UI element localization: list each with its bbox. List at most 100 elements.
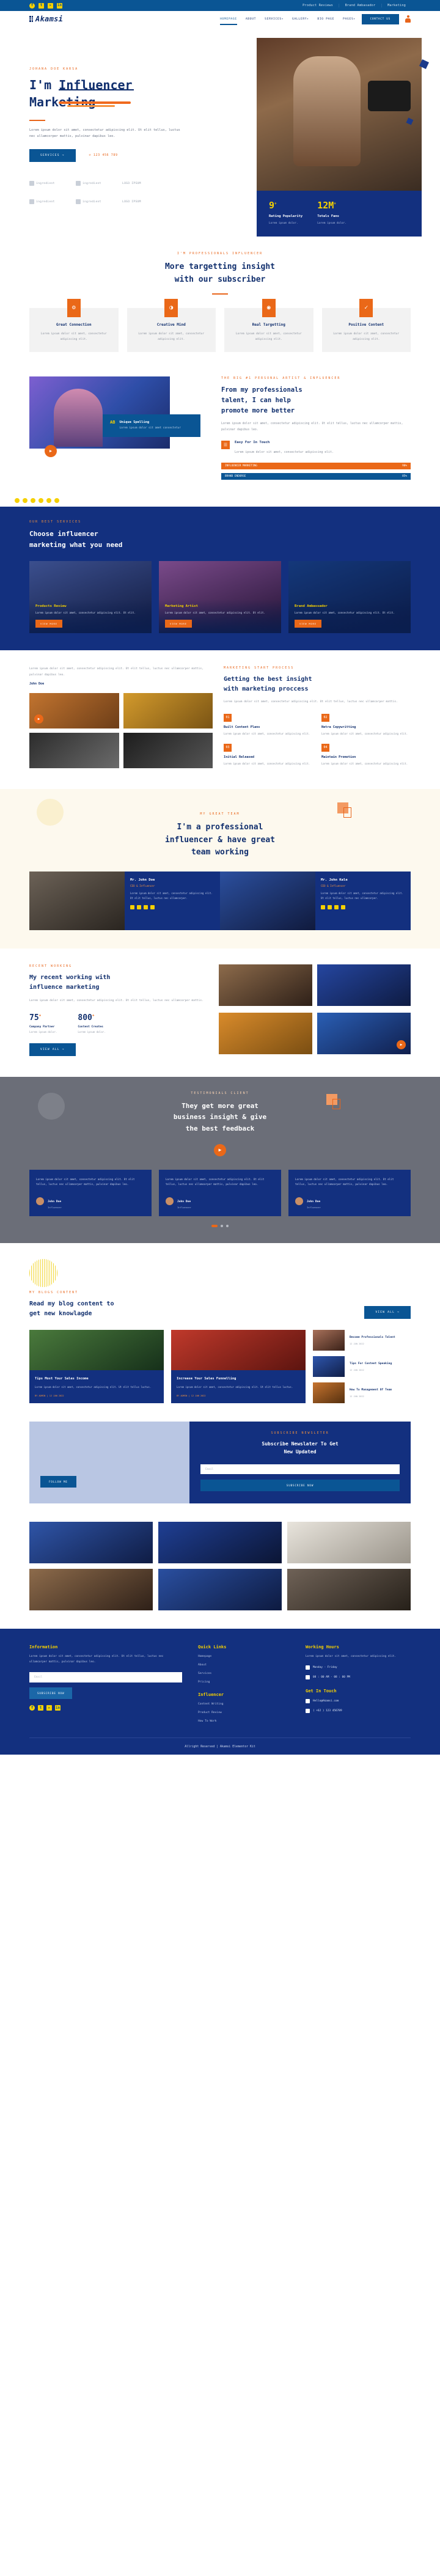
stat-label: Rating Popularity <box>269 215 303 218</box>
topbar-link-1[interactable]: Brand Ambasador <box>340 4 381 7</box>
team-member[interactable]: Mr. John Kale CEO & Influencer Lorem ips… <box>220 872 411 931</box>
play-icon[interactable]: ▶ <box>45 444 57 457</box>
facebook-icon[interactable]: f <box>29 1705 35 1711</box>
newsletter-right: SUBSCRIBE NEWSLETER Subscribe Newslater … <box>189 1422 411 1504</box>
twitter-icon[interactable]: t <box>38 2 44 9</box>
footer-link-pricing[interactable]: Pricing <box>198 1681 290 1684</box>
feature-title: Real Targetting <box>252 322 285 327</box>
twitter-icon[interactable]: t <box>38 1705 43 1711</box>
play-icon[interactable]: ▶ <box>34 714 43 724</box>
testimonial-eyebrow: TESTIMONIALS CLIENT <box>191 1092 249 1096</box>
feature-card[interactable]: ⚙ Great Connection Lorem ipsum dolor sit… <box>29 298 119 352</box>
logo-mark <box>29 181 34 186</box>
blog-card-text: Lorem ipsum dolor sit amet, consectetur … <box>177 1385 293 1389</box>
footer-email-input[interactable]: Email <box>29 1672 182 1683</box>
gallery-image[interactable] <box>287 1569 411 1611</box>
account-icon[interactable] <box>405 15 411 23</box>
hero-services-button[interactable]: SERVICES → <box>29 149 76 162</box>
view-more-button[interactable]: VIEW MORE <box>295 620 321 628</box>
footer-information: Information Lorem ipsum dolor sit amet, … <box>29 1645 182 1723</box>
play-icon[interactable]: ▶ <box>214 1143 226 1156</box>
service-card[interactable]: Brand Ambassador Lorem ipsum dolor sit a… <box>288 561 411 634</box>
blog-side-item[interactable]: How To Management Of Team 12 JAN 2022 <box>313 1382 411 1404</box>
hero-phone[interactable]: ✆ 123 456 789 <box>89 153 118 157</box>
talent-text: Lorem ipsum dolor sit amet, consectetur … <box>221 422 403 431</box>
blog-card[interactable]: Increase Your Sales Funnelling Lorem ips… <box>171 1330 306 1403</box>
footer-phone-row[interactable]: ( +62 ) 123 456789 <box>306 1709 411 1714</box>
footer-link-about[interactable]: About <box>198 1664 290 1667</box>
brand-logo[interactable]: Akamsi <box>29 15 63 23</box>
process-step: 04 Maintain Promotion Lorem ipsum dolor si… <box>321 743 411 766</box>
process-image <box>123 732 213 768</box>
feature-card[interactable]: ✓ Positive Content Lorem ipsum dolor sit… <box>321 298 411 352</box>
footer-link-content-writing[interactable]: Content Writing <box>198 1703 290 1706</box>
nav-item-bio-page[interactable]: BIO PAGE <box>317 18 334 21</box>
skill-bar: BRAND ENDORSE 85% <box>221 473 411 480</box>
feature-card[interactable]: ◑ Creative Mind Lorem ipsum dolor sit am… <box>127 298 216 352</box>
divider <box>29 119 45 121</box>
nav-menu: HOMEPAGE ABOUT SERVICES▾ GALLERY▾ BIO PA… <box>220 17 355 25</box>
blog-view-all-button[interactable]: VIEW ALL → <box>364 1306 411 1319</box>
footer-link-services[interactable]: Services <box>198 1672 290 1675</box>
view-more-button[interactable]: VIEW MORE <box>165 620 192 628</box>
counter-value: 800+ <box>78 1013 95 1023</box>
contact-us-button[interactable]: CONTACT US <box>361 13 399 24</box>
nav-item-gallery[interactable]: GALLERY▾ <box>292 17 309 21</box>
gallery-image[interactable] <box>287 1522 411 1564</box>
hero-copy: JOHANA DOE KARSA I'm Influencer Marketin… <box>29 67 213 162</box>
team-member[interactable]: Mr. John Doe CEO & Influencer Lorem ipsu… <box>29 872 220 931</box>
feature-card[interactable]: ◉ Real Targetting Lorem ipsum dolor sit … <box>224 298 314 352</box>
nav-item-homepage[interactable]: HOMEPAGE <box>220 18 237 25</box>
view-more-button[interactable]: VIEW MORE <box>35 620 62 628</box>
blog-card[interactable]: Tips Most Your Sales Income Lorem ipsum … <box>29 1330 164 1403</box>
recent-view-all-button[interactable]: VIEW ALL → <box>29 1043 76 1057</box>
nav-item-services[interactable]: SERVICES▾ <box>265 17 284 21</box>
footer-link-how-to-work[interactable]: How To Work <box>198 1720 290 1723</box>
carousel-dots[interactable] <box>29 1225 411 1228</box>
blog-side-item[interactable]: Tips For Content Speaking 12 JAN 2022 <box>313 1356 411 1378</box>
topbar-link-2[interactable]: Marketing <box>383 4 411 7</box>
feature-text: Lorem ipsum dolor sit amet, consectetur … <box>40 332 107 341</box>
service-text: Lorem ipsum dolor sit amet, consectetur … <box>35 611 136 615</box>
brand-logo-item: LOGO IPSUM <box>122 182 141 185</box>
stat-rating-popularity: 9+ Rating Popularity Lorem ipsum dolor. <box>269 201 302 226</box>
gallery-image[interactable] <box>158 1522 282 1564</box>
member-photo <box>29 872 125 931</box>
youtube-icon[interactable]: ▸ <box>46 1705 52 1711</box>
top-bar: f t ▸ in Product Reviews | Brand Ambasad… <box>0 0 440 11</box>
footer-link-product-review[interactable]: Product Review <box>198 1711 290 1714</box>
linkedin-icon[interactable]: in <box>55 1705 61 1711</box>
play-icon[interactable]: ▶ <box>397 1040 406 1050</box>
linkedin-icon[interactable]: in <box>57 2 62 9</box>
footer-link-homepage[interactable]: Homepage <box>198 1655 290 1658</box>
nav-item-about[interactable]: ABOUT <box>246 18 256 21</box>
footer-email-row[interactable]: Hello@Akamsi.com <box>306 1699 411 1704</box>
feature-text: Lorem ipsum dolor sit amet, consectetur … <box>333 332 400 341</box>
blog-side-item[interactable]: Become Professionals Talent 12 JAN 2022 <box>313 1330 411 1351</box>
recent-text: Lorem ipsum dolor sit amet, consectetur … <box>29 999 204 1003</box>
follow-me-button[interactable]: FOLLOW ME <box>40 1476 76 1488</box>
talent-section: AB Unique Spelling Lorem ipsum dolor sit… <box>0 352 440 483</box>
youtube-icon[interactable]: ▸ <box>48 2 53 9</box>
newsletter-submit-button[interactable]: SUBSCRIBE NOW <box>200 1480 400 1492</box>
skill-bars: INFLUENCER MARKETING 90% BRAND ENDORSE 85% <box>221 463 411 480</box>
testimonial-quotes: Lorem ipsum dolor sit amet, consectetur … <box>29 1169 411 1217</box>
gallery-image[interactable] <box>29 1569 153 1611</box>
counter-title: Company Partner <box>29 1026 55 1029</box>
gallery-image[interactable] <box>29 1522 153 1564</box>
footer-subscribe-button[interactable]: SUBSCRIBE NOW <box>29 1687 73 1700</box>
gallery-image[interactable] <box>158 1569 282 1611</box>
facebook-icon[interactable]: f <box>29 2 35 9</box>
recent-eyebrow: RECENT WORKING <box>29 964 73 969</box>
nav-item-pages[interactable]: PAGES▾ <box>343 17 355 21</box>
hero-underline-swoosh <box>59 101 131 104</box>
dots-decoration <box>15 498 59 504</box>
youtube-icon <box>144 905 148 910</box>
counter-title: Content Creates <box>78 1026 103 1029</box>
insight-header: I'M PROFESSIONALS INFLUENCER More target… <box>0 241 440 295</box>
choose-section: OUR BEST SERVICES Choose influencer marke… <box>0 498 440 651</box>
newsletter-email-input[interactable]: Email <box>200 1464 400 1475</box>
service-card[interactable]: Marketing Artist Lorem ipsum dolor sit a… <box>159 561 281 634</box>
service-card[interactable]: Products Review Lorem ipsum dolor sit am… <box>29 561 152 634</box>
topbar-link-0[interactable]: Product Reviews <box>298 4 338 7</box>
